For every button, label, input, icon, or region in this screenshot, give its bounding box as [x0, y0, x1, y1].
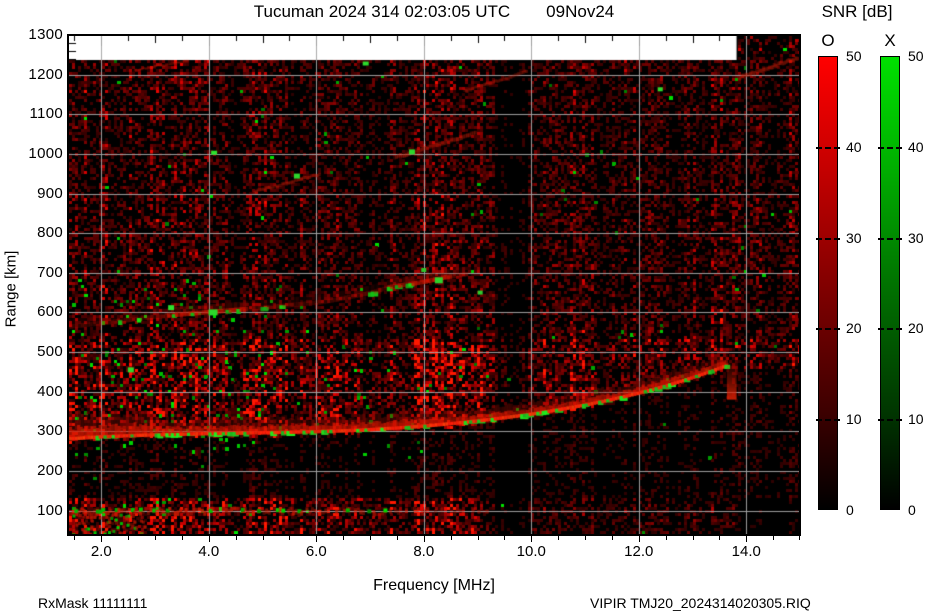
x-minor-tick [451, 536, 452, 540]
x-minor-tick [612, 536, 613, 540]
y-tick-label: 700 [13, 264, 63, 282]
colorbar-tick-label: 10 [846, 411, 876, 427]
x-tick-label: 2.0 [73, 543, 129, 561]
x-minor-tick [316, 536, 317, 542]
x-minor-tick [236, 536, 237, 540]
x-minor-tick [585, 536, 586, 540]
colorbar-tick-label: 0 [846, 502, 876, 518]
colorbar-title: SNR [dB] [796, 2, 918, 22]
y-tick-label: 1200 [13, 66, 63, 84]
x-minor-tick [504, 536, 505, 540]
x-minor-tick [693, 536, 694, 540]
colorbar-tick-dash [878, 147, 902, 149]
x-tick-label: 14.0 [718, 543, 774, 561]
x-minor-tick [558, 536, 559, 540]
colorbar-x-label: X [870, 31, 910, 51]
colorbar-tick-label: 20 [846, 320, 876, 336]
ionogram-plot [69, 36, 800, 534]
x-minor-tick [128, 536, 129, 540]
x-tick-label: 4.0 [181, 543, 237, 561]
x-minor-tick [799, 536, 800, 540]
colorbar-o-gradient [818, 56, 838, 510]
x-tick-label: 10.0 [503, 543, 559, 561]
x-minor-tick [639, 536, 640, 542]
y-tick-label: 200 [13, 462, 63, 480]
y-tick-label: 900 [13, 185, 63, 203]
colorbar-tick-label: 40 [846, 139, 876, 155]
colorbar-tick-label: 50 [846, 48, 876, 64]
y-tick-label: 1100 [13, 105, 63, 123]
y-tick-label: 500 [13, 343, 63, 361]
x-minor-tick [424, 536, 425, 542]
x-axis-title: Frequency [MHz] [68, 577, 800, 595]
page-title: Tucuman 2024 314 02:03:05 UTC 09Nov24 [68, 2, 800, 22]
x-minor-tick [101, 536, 102, 542]
x-minor-tick [155, 536, 156, 540]
x-minor-tick [209, 536, 210, 542]
colorbar-tick-label: 30 [908, 230, 932, 246]
colorbar-x-gradient [880, 56, 900, 510]
y-tick-label: 100 [13, 502, 63, 520]
y-axis-title: Range [km] [3, 251, 20, 328]
colorbar-tick-dash [816, 147, 840, 149]
y-tick-label: 300 [13, 422, 63, 440]
source-file-text: VIPIR TMJ20_2024314020305.RIQ [590, 595, 811, 611]
colorbar-tick-label: 20 [908, 320, 932, 336]
x-tick-label: 8.0 [396, 543, 452, 561]
ionogram-page: Tucuman 2024 314 02:03:05 UTC 09Nov24 13… [0, 0, 932, 614]
y-tick-label: 400 [13, 383, 63, 401]
y-tick-label: 1000 [13, 145, 63, 163]
x-minor-tick [666, 536, 667, 540]
x-tick-label: 6.0 [288, 543, 344, 561]
x-tick-label: 12.0 [611, 543, 667, 561]
title-date: 09Nov24 [546, 2, 614, 22]
x-minor-tick [531, 536, 532, 542]
y-tick-label: 800 [13, 224, 63, 242]
x-minor-tick [397, 536, 398, 540]
x-minor-tick [773, 536, 774, 540]
x-minor-tick [370, 536, 371, 540]
colorbar-tick-label: 0 [908, 502, 932, 518]
x-minor-tick [74, 536, 75, 540]
colorbar-tick-dash [816, 238, 840, 240]
colorbar-tick-label: 50 [908, 48, 932, 64]
colorbar-tick-label: 40 [908, 139, 932, 155]
colorbar-o-label: O [808, 31, 848, 51]
x-minor-tick [719, 536, 720, 540]
y-tick-label: 600 [13, 303, 63, 321]
colorbar-tick-dash [878, 328, 902, 330]
colorbar-tick-dash [816, 419, 840, 421]
x-minor-tick [343, 536, 344, 540]
colorbar-tick-dash [878, 419, 902, 421]
colorbar-tick-dash [816, 328, 840, 330]
colorbar-tick-label: 10 [908, 411, 932, 427]
rxmask-text: RxMask 11111111 [38, 595, 147, 611]
x-minor-tick [478, 536, 479, 540]
x-minor-tick [289, 536, 290, 540]
colorbar-tick-dash [878, 238, 902, 240]
y-tick-label: 1300 [13, 26, 63, 44]
x-minor-tick [182, 536, 183, 540]
colorbar-tick-label: 30 [846, 230, 876, 246]
title-station-time: Tucuman 2024 314 02:03:05 UTC [254, 2, 510, 22]
x-minor-tick [746, 536, 747, 542]
x-minor-tick [263, 536, 264, 540]
